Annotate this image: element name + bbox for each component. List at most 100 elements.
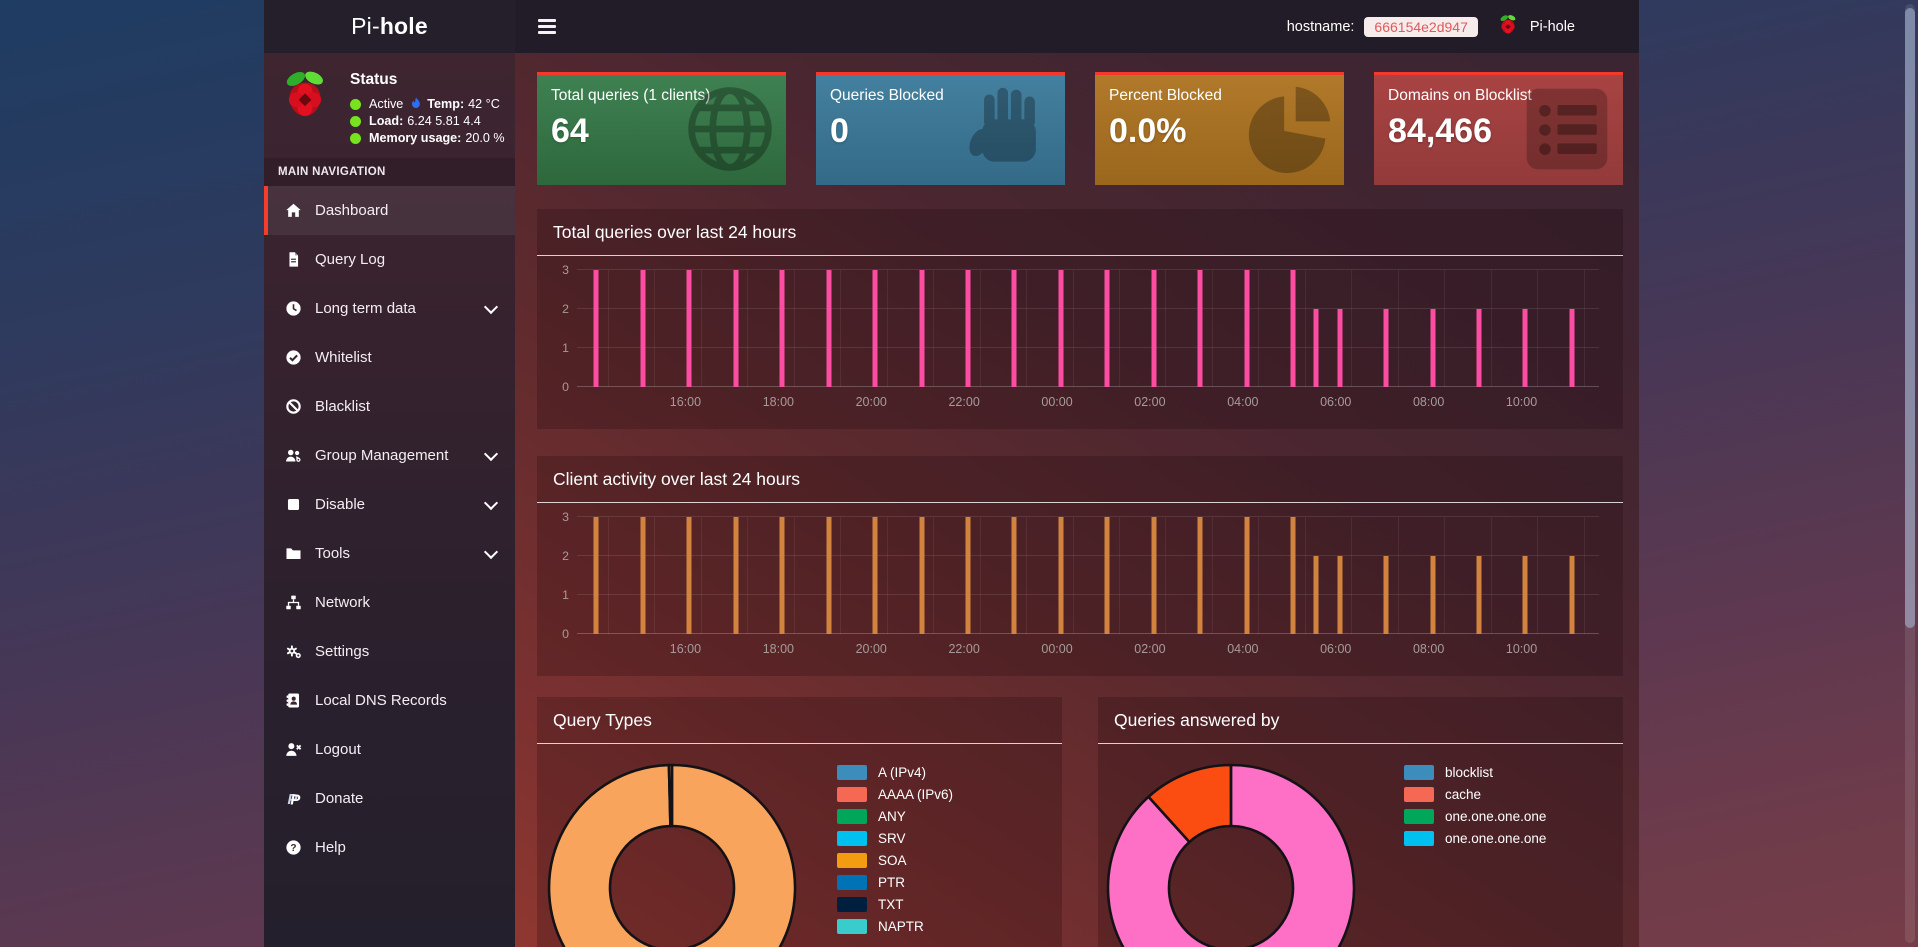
main-content: Total queries (1 clients)64 Queries Block… — [515, 53, 1639, 947]
list-icon — [1519, 81, 1615, 177]
sidebar-item-network[interactable]: Network — [264, 578, 515, 627]
chart-bar — [733, 270, 738, 387]
stat-card-2: Percent Blocked0.0% — [1095, 72, 1344, 185]
sidebar-item-whitelist[interactable]: Whitelist — [264, 333, 515, 382]
chart-bar — [1012, 270, 1017, 387]
panel-title: Queries answered by — [1098, 697, 1623, 744]
chevron-down-icon — [484, 495, 498, 509]
stat-card-3: Domains on Blocklist84,466 — [1374, 72, 1623, 185]
chart-bar — [780, 270, 785, 387]
check-circle-icon — [285, 349, 302, 366]
sidebar-item-label: Long term data — [315, 300, 416, 317]
chart-bar — [1244, 270, 1249, 387]
chart-bar — [1291, 270, 1296, 387]
legend-item[interactable]: cache — [1404, 787, 1546, 802]
sidebar-item-donate[interactable]: PPDonate — [264, 774, 515, 823]
top-navbar: Pi-hole hostname: 666154e2d947 Pi-hole — [264, 0, 1639, 53]
chart-bar — [594, 517, 599, 634]
legend-item[interactable]: NAPTR — [837, 919, 953, 934]
chart-bar — [1569, 309, 1574, 387]
status-panel: Status Active Temp:42 °C Load:6.24 5.81 … — [264, 53, 515, 158]
legend-label: SOA — [878, 853, 907, 868]
stat-cards-row: Total queries (1 clients)64 Queries Block… — [537, 72, 1623, 185]
legend-label: PTR — [878, 875, 905, 890]
chart-bar — [873, 517, 878, 634]
sidebar-item-long-term-data[interactable]: Long term data — [264, 284, 515, 333]
chart-bar — [1151, 517, 1156, 634]
panel-query-types: Query Types A (IPv4)AAAA (IPv6)ANYSRVSOA… — [537, 697, 1062, 947]
sidebar-menu: DashboardQuery Log Long term data Whitelis… — [264, 186, 515, 872]
legend-item[interactable]: one.one.one.one — [1404, 831, 1546, 846]
app-logo[interactable]: Pi-hole — [264, 0, 515, 53]
legend-item[interactable]: AAAA (IPv6) — [837, 787, 953, 802]
query-types-donut-chart — [547, 763, 797, 947]
sidebar-item-query-log[interactable]: Query Log — [264, 235, 515, 284]
sidebar-item-local-dns-records[interactable]: Local DNS Records — [264, 676, 515, 725]
sidebar-item-label: Blacklist — [315, 398, 370, 415]
legend-item[interactable]: ANY — [837, 809, 953, 824]
legend-swatch — [1404, 765, 1434, 780]
chart-bar — [1430, 556, 1435, 634]
sidebar-item-settings[interactable]: Settings — [264, 627, 515, 676]
chart-bar — [826, 517, 831, 634]
svg-text:P: P — [290, 792, 300, 807]
query-types-legend: A (IPv4) AAAA (IPv6) ANY SRV SOA PTR TXT NAPTR — [837, 765, 953, 941]
chart-bar — [1058, 270, 1063, 387]
sidebar-item-help[interactable]: ?Help — [264, 823, 515, 872]
status-ok-icon — [350, 133, 361, 144]
legend-label: TXT — [878, 897, 904, 912]
sidebar-item-logout[interactable]: Logout — [264, 725, 515, 774]
status-memory-row: Memory usage:20.0 % — [350, 131, 505, 145]
legend-item[interactable]: blocklist — [1404, 765, 1546, 780]
legend-label: one.one.one.one — [1445, 831, 1546, 846]
scrollbar-thumb[interactable] — [1905, 8, 1915, 628]
sidebar-item-dashboard[interactable]: Dashboard — [264, 186, 515, 235]
stat-card-0: Total queries (1 clients)64 — [537, 72, 786, 185]
chevron-down-icon — [484, 544, 498, 558]
legend-item[interactable]: A (IPv4) — [837, 765, 953, 780]
y-axis: 0123 — [549, 270, 577, 387]
page-scrollbar[interactable] — [1905, 4, 1915, 943]
raspberry-icon — [1496, 14, 1520, 40]
brand-prefix: Pi- — [351, 13, 380, 40]
hand-icon — [961, 81, 1057, 177]
legend-swatch — [837, 787, 867, 802]
legend-label: A (IPv4) — [878, 765, 926, 780]
panel-title: Client activity over last 24 hours — [537, 456, 1623, 503]
legend-swatch — [837, 831, 867, 846]
sidebar-item-label: Whitelist — [315, 349, 372, 366]
sidebar-section-label: MAIN NAVIGATION — [264, 158, 515, 186]
legend-item[interactable]: SRV — [837, 831, 953, 846]
answered-by-donut-chart — [1106, 763, 1356, 947]
status-ok-icon — [350, 99, 361, 110]
chart-bar — [1523, 556, 1528, 634]
chart-bar — [1430, 309, 1435, 387]
hostname-badge: 666154e2d947 — [1364, 17, 1477, 37]
chart-bar — [780, 517, 785, 634]
legend-label: blocklist — [1445, 765, 1493, 780]
chart-bar — [1314, 556, 1319, 634]
sidebar-toggle-button[interactable] — [532, 13, 562, 40]
legend-item[interactable]: SOA — [837, 853, 953, 868]
sidebar-item-tools[interactable]: Tools — [264, 529, 515, 578]
legend-item[interactable]: PTR — [837, 875, 953, 890]
globe-icon — [682, 81, 778, 177]
sidebar-item-label: Logout — [315, 741, 361, 758]
chart-bar — [1337, 556, 1342, 634]
sidebar-item-label: Network — [315, 594, 370, 611]
raspberry-logo — [276, 69, 334, 133]
legend-item[interactable]: one.one.one.one — [1404, 809, 1546, 824]
chart-bar — [1291, 517, 1296, 634]
sidebar-item-group-management[interactable]: Group Management — [264, 431, 515, 480]
svg-text:?: ? — [290, 843, 296, 854]
temperature-icon — [410, 97, 422, 111]
sidebar-item-disable[interactable]: Disable — [264, 480, 515, 529]
panel-client-activity: Client activity over last 24 hours 01231… — [537, 456, 1623, 676]
legend-swatch — [837, 875, 867, 890]
chart-bar — [966, 270, 971, 387]
stat-card-1: Queries Blocked0 — [816, 72, 1065, 185]
sidebar-item-blacklist[interactable]: Blacklist — [264, 382, 515, 431]
chart-bar — [1151, 270, 1156, 387]
chart-bar — [1198, 517, 1203, 634]
legend-item[interactable]: TXT — [837, 897, 953, 912]
